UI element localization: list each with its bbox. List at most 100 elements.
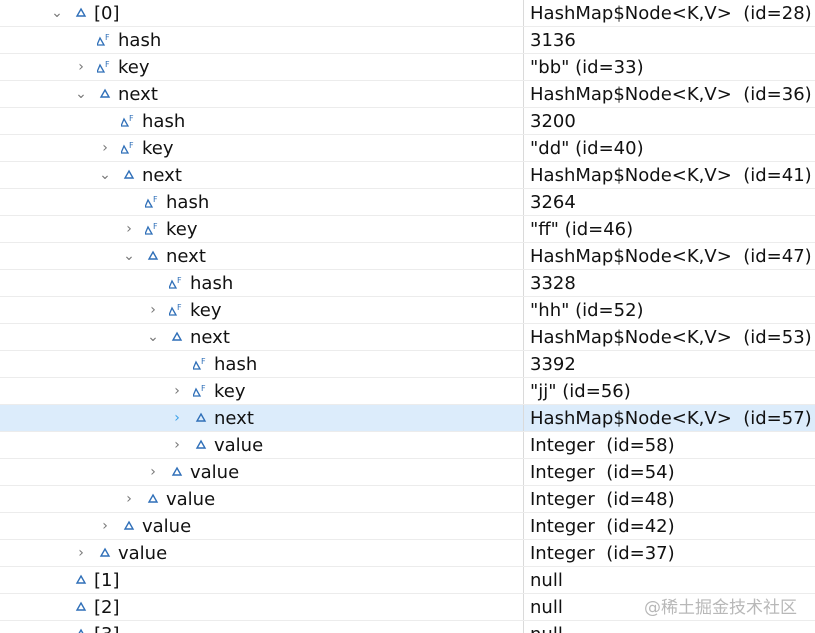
variable-name: hash [118, 29, 162, 51]
final-field-icon: F [193, 351, 209, 377]
final-field-icon: F [145, 216, 161, 242]
field-icon [121, 162, 137, 188]
tree-row[interactable]: [3] null [0, 621, 815, 633]
field-icon [97, 540, 113, 566]
chevron-right-icon[interactable]: › [98, 135, 112, 161]
chevron-right-icon[interactable]: › [170, 432, 184, 458]
svg-text:F: F [177, 276, 182, 285]
chevron-right-icon[interactable]: › [74, 540, 88, 566]
svg-text:F: F [105, 60, 110, 69]
tree-row[interactable]: › Fkey "dd" (id=40) [0, 135, 815, 162]
tree-row[interactable]: › Fkey "jj" (id=56) [0, 378, 815, 405]
name-cell: ⌄ [0] [0, 0, 523, 26]
variable-name: key [190, 299, 222, 321]
tree-row[interactable]: [1] null [0, 567, 815, 594]
chevron-down-icon[interactable]: ⌄ [50, 0, 64, 26]
tree-row[interactable]: Fhash 3264 [0, 189, 815, 216]
field-icon [73, 621, 89, 633]
variable-name: hash [142, 110, 186, 132]
variables-tree: ⌄ [0] HashMap$Node<K,V> (id=28) Fhash 3136 › F… [0, 0, 815, 633]
tree-row[interactable]: [2] null [0, 594, 815, 621]
tree-row[interactable]: ⌄ next HashMap$Node<K,V> (id=47) [0, 243, 815, 270]
name-cell: [2] [0, 594, 523, 620]
tree-row[interactable]: › Fkey "ff" (id=46) [0, 216, 815, 243]
variable-name: hash [190, 272, 234, 294]
variable-name: key [166, 218, 198, 240]
svg-text:F: F [105, 33, 110, 42]
final-field-icon: F [121, 135, 137, 161]
chevron-right-icon[interactable]: › [170, 405, 184, 431]
variable-name: [0] [94, 2, 120, 24]
variable-name: hash [166, 191, 210, 213]
name-cell: Fhash [0, 351, 523, 377]
variable-value: 3200 [523, 108, 576, 134]
variable-value: Integer (id=54) [523, 459, 675, 485]
chevron-right-icon[interactable]: › [146, 459, 160, 485]
variable-value: HashMap$Node<K,V> (id=57) [523, 405, 812, 431]
tree-row[interactable]: › next HashMap$Node<K,V> (id=57) [0, 405, 815, 432]
field-icon [121, 513, 137, 539]
tree-row[interactable]: › value Integer (id=37) [0, 540, 815, 567]
variable-name: next [142, 164, 182, 186]
name-cell: ⌄ next [0, 81, 523, 107]
name-cell: Fhash [0, 27, 523, 53]
variable-name: next [166, 245, 206, 267]
variable-name: key [214, 380, 246, 402]
variable-value: "dd" (id=40) [523, 135, 644, 161]
variable-value: HashMap$Node<K,V> (id=28) [523, 0, 812, 26]
chevron-down-icon[interactable]: ⌄ [98, 162, 112, 188]
chevron-right-icon[interactable]: › [122, 216, 136, 242]
chevron-down-icon[interactable]: ⌄ [146, 324, 160, 350]
name-cell: › value [0, 432, 523, 458]
tree-row[interactable]: › value Integer (id=54) [0, 459, 815, 486]
tree-row[interactable]: › value Integer (id=48) [0, 486, 815, 513]
variable-name: [1] [94, 569, 120, 591]
svg-text:F: F [201, 384, 206, 393]
variable-value: "jj" (id=56) [523, 378, 631, 404]
name-cell: › next [0, 405, 523, 431]
variable-value: 3136 [523, 27, 576, 53]
chevron-right-icon[interactable]: › [170, 378, 184, 404]
tree-row[interactable]: › Fkey "hh" (id=52) [0, 297, 815, 324]
variable-value: "hh" (id=52) [523, 297, 644, 323]
chevron-right-icon[interactable]: › [146, 297, 160, 323]
name-cell: › Fkey [0, 378, 523, 404]
tree-row[interactable]: Fhash 3136 [0, 27, 815, 54]
variable-value: Integer (id=58) [523, 432, 675, 458]
field-icon [73, 0, 89, 26]
tree-row[interactable]: Fhash 3328 [0, 270, 815, 297]
tree-row[interactable]: › Fkey "bb" (id=33) [0, 54, 815, 81]
tree-row[interactable]: ⌄ next HashMap$Node<K,V> (id=53) [0, 324, 815, 351]
variable-name: key [118, 56, 150, 78]
chevron-down-icon[interactable]: ⌄ [122, 243, 136, 269]
tree-row[interactable]: ⌄ [0] HashMap$Node<K,V> (id=28) [0, 0, 815, 27]
svg-text:F: F [177, 303, 182, 312]
name-cell: ⌄ next [0, 324, 523, 350]
chevron-right-icon[interactable]: › [98, 513, 112, 539]
tree-row[interactable]: › value Integer (id=58) [0, 432, 815, 459]
tree-row[interactable]: › value Integer (id=42) [0, 513, 815, 540]
tree-row[interactable]: Fhash 3200 [0, 108, 815, 135]
name-cell: › Fkey [0, 297, 523, 323]
tree-row[interactable]: ⌄ next HashMap$Node<K,V> (id=41) [0, 162, 815, 189]
name-cell: ⌄ next [0, 162, 523, 188]
variable-value: "bb" (id=33) [523, 54, 644, 80]
field-icon [169, 459, 185, 485]
name-cell: › value [0, 459, 523, 485]
variable-value: 3328 [523, 270, 576, 296]
variable-value: HashMap$Node<K,V> (id=41) [523, 162, 812, 188]
chevron-right-icon[interactable]: › [74, 54, 88, 80]
variable-name: next [214, 407, 254, 429]
tree-row[interactable]: ⌄ next HashMap$Node<K,V> (id=36) [0, 81, 815, 108]
variable-value: Integer (id=48) [523, 486, 675, 512]
svg-text:F: F [153, 222, 158, 231]
final-field-icon: F [145, 189, 161, 215]
tree-row[interactable]: Fhash 3392 [0, 351, 815, 378]
final-field-icon: F [121, 108, 137, 134]
name-cell: › value [0, 540, 523, 566]
final-field-icon: F [169, 297, 185, 323]
variable-value: Integer (id=37) [523, 540, 675, 566]
chevron-down-icon[interactable]: ⌄ [74, 81, 88, 107]
name-cell: › value [0, 486, 523, 512]
chevron-right-icon[interactable]: › [122, 486, 136, 512]
